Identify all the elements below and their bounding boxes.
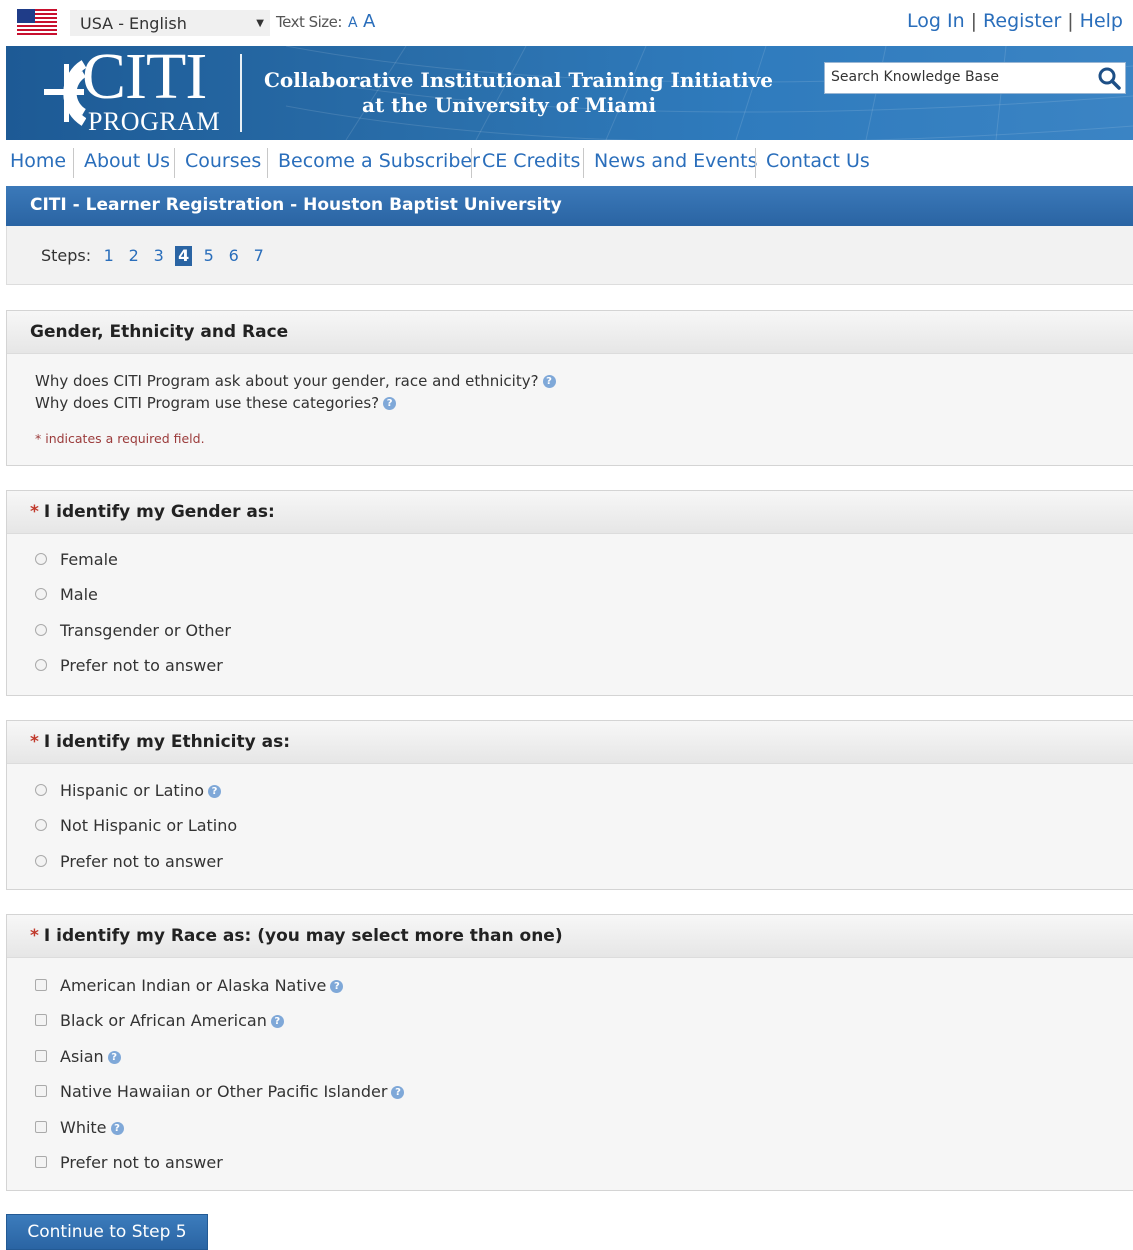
site-banner: CITI PROGRAM Collaborative Institutional…: [6, 46, 1133, 140]
gender-title: I identify my Gender as:: [43, 502, 275, 522]
race-panel: * I identify my Race as: (you may select …: [6, 914, 1133, 1191]
nav-contact-us[interactable]: Contact Us: [766, 150, 870, 172]
option-label: Male: [60, 585, 98, 604]
nav-home[interactable]: Home: [10, 150, 66, 172]
language-select[interactable]: USA - English ▼: [70, 10, 270, 36]
ethnicity-panel: * I identify my Ethnicity as: Hispanic or…: [6, 720, 1133, 890]
radio-button[interactable]: [35, 624, 47, 636]
why-ask-text: Why does CITI Program ask about your gen…: [35, 372, 539, 390]
page-title: CITI - Learner Registration - Houston Ba…: [30, 195, 562, 215]
radio-button[interactable]: [35, 784, 47, 796]
login-link[interactable]: Log In: [907, 10, 965, 32]
text-size-control: Text Size: A A: [276, 11, 375, 32]
ethnicity-title: I identify my Ethnicity as:: [43, 732, 291, 752]
option-label: Female: [60, 550, 118, 569]
tagline-line-1: Collaborative Institutional Training Ini…: [264, 68, 774, 92]
citi-logo-text: CITI: [82, 46, 207, 113]
checkbox[interactable]: [35, 1085, 47, 1097]
option-label: Not Hispanic or Latino: [60, 816, 238, 835]
option-label: Native Hawaiian or Other Pacific Islande…: [60, 1082, 388, 1101]
radio-button[interactable]: [35, 819, 47, 831]
program-logo-text: PROGRAM: [88, 107, 221, 136]
intro-title: Gender, Ethnicity and Race: [30, 322, 289, 342]
why-ask-line: Why does CITI Program ask about your gen…: [35, 372, 556, 390]
nav-courses[interactable]: Courses: [185, 150, 261, 172]
nav-about-us[interactable]: About Us: [84, 150, 170, 172]
option-label: Hispanic or Latino: [60, 781, 205, 800]
help-icon[interactable]: ?: [383, 397, 397, 410]
radio-button[interactable]: [35, 588, 47, 600]
register-link[interactable]: Register: [983, 10, 1061, 32]
required-marker: *: [30, 926, 39, 946]
radio-button[interactable]: [35, 659, 47, 671]
search-input[interactable]: [825, 63, 1093, 91]
why-categories-text: Why does CITI Program use these categori…: [35, 394, 380, 412]
step-7-link[interactable]: 7: [250, 246, 267, 265]
option-label: Asian: [60, 1047, 104, 1066]
radio-button[interactable]: [35, 553, 47, 565]
checkbox[interactable]: [35, 979, 47, 991]
help-icon[interactable]: ?: [110, 1122, 124, 1135]
intro-panel: Gender, Ethnicity and Race Why does CITI…: [6, 310, 1133, 466]
help-icon[interactable]: ?: [208, 785, 222, 798]
help-icon[interactable]: ?: [542, 375, 556, 388]
us-flag-icon: [17, 9, 57, 35]
checkbox[interactable]: [35, 1121, 47, 1133]
gender-panel: * I identify my Gender as: Female Male Tr…: [6, 490, 1133, 696]
required-marker: *: [30, 502, 39, 522]
nav-ce-credits[interactable]: CE Credits: [482, 150, 580, 172]
tagline-line-2: at the University of Miami: [362, 93, 657, 117]
help-icon[interactable]: ?: [270, 1015, 284, 1028]
option-label: White: [60, 1118, 107, 1137]
help-icon[interactable]: ?: [330, 980, 344, 993]
top-utility-bar: USA - English ▼ Text Size: A A Log In | Regi…: [0, 0, 1133, 46]
help-icon[interactable]: ?: [391, 1086, 405, 1099]
step-4-current: 4: [175, 246, 193, 266]
gender-panel-header: * I identify my Gender as:: [7, 491, 1133, 534]
account-links: Log In | Register | Help: [907, 10, 1123, 32]
language-select-value: USA - English: [80, 14, 187, 33]
step-2-link[interactable]: 2: [125, 246, 142, 265]
steps-label: Steps:: [41, 246, 92, 265]
checkbox[interactable]: [35, 1014, 47, 1026]
chevron-down-icon: ▼: [256, 18, 264, 29]
option-label: Black or African American: [60, 1011, 267, 1030]
nav-become-subscriber[interactable]: Become a Subscriber: [278, 150, 480, 172]
radio-button[interactable]: [35, 855, 47, 867]
help-link[interactable]: Help: [1080, 10, 1123, 32]
required-marker: *: [30, 732, 39, 752]
logo-divider: [240, 54, 242, 132]
option-label: Prefer not to answer: [60, 852, 223, 871]
search-icon[interactable]: [1097, 66, 1121, 90]
step-6-link[interactable]: 6: [225, 246, 242, 265]
option-label: Prefer not to answer: [60, 1153, 223, 1172]
checkbox[interactable]: [35, 1050, 47, 1062]
intro-panel-header: Gender, Ethnicity and Race: [7, 311, 1133, 354]
required-field-note: * indicates a required field.: [35, 431, 205, 446]
option-label: Transgender or Other: [60, 621, 231, 640]
option-label: Prefer not to answer: [60, 656, 223, 675]
knowledge-base-search: [824, 62, 1126, 94]
text-size-small-button[interactable]: A: [348, 15, 358, 31]
page-title-bar: CITI - Learner Registration - Houston Ba…: [6, 186, 1133, 226]
nav-news-events[interactable]: News and Events: [594, 150, 758, 172]
why-categories-line: Why does CITI Program use these categori…: [35, 394, 397, 412]
step-5-link[interactable]: 5: [200, 246, 217, 265]
text-size-large-button[interactable]: A: [363, 11, 375, 32]
option-label: American Indian or Alaska Native: [60, 976, 327, 995]
step-3-link[interactable]: 3: [150, 246, 167, 265]
steps-box: Steps: 1234567: [6, 226, 1133, 285]
text-size-label: Text Size:: [276, 13, 342, 31]
checkbox[interactable]: [35, 1156, 47, 1168]
citi-globe-logo-icon: [38, 56, 87, 130]
race-panel-header: * I identify my Race as: (you may select …: [7, 915, 1133, 958]
ethnicity-panel-header: * I identify my Ethnicity as:: [7, 721, 1133, 764]
steps-indicator: Steps: 1234567: [41, 246, 275, 266]
help-icon[interactable]: ?: [107, 1051, 121, 1064]
step-1-link[interactable]: 1: [100, 246, 117, 265]
race-title: I identify my Race as: (you may select m…: [43, 926, 563, 946]
